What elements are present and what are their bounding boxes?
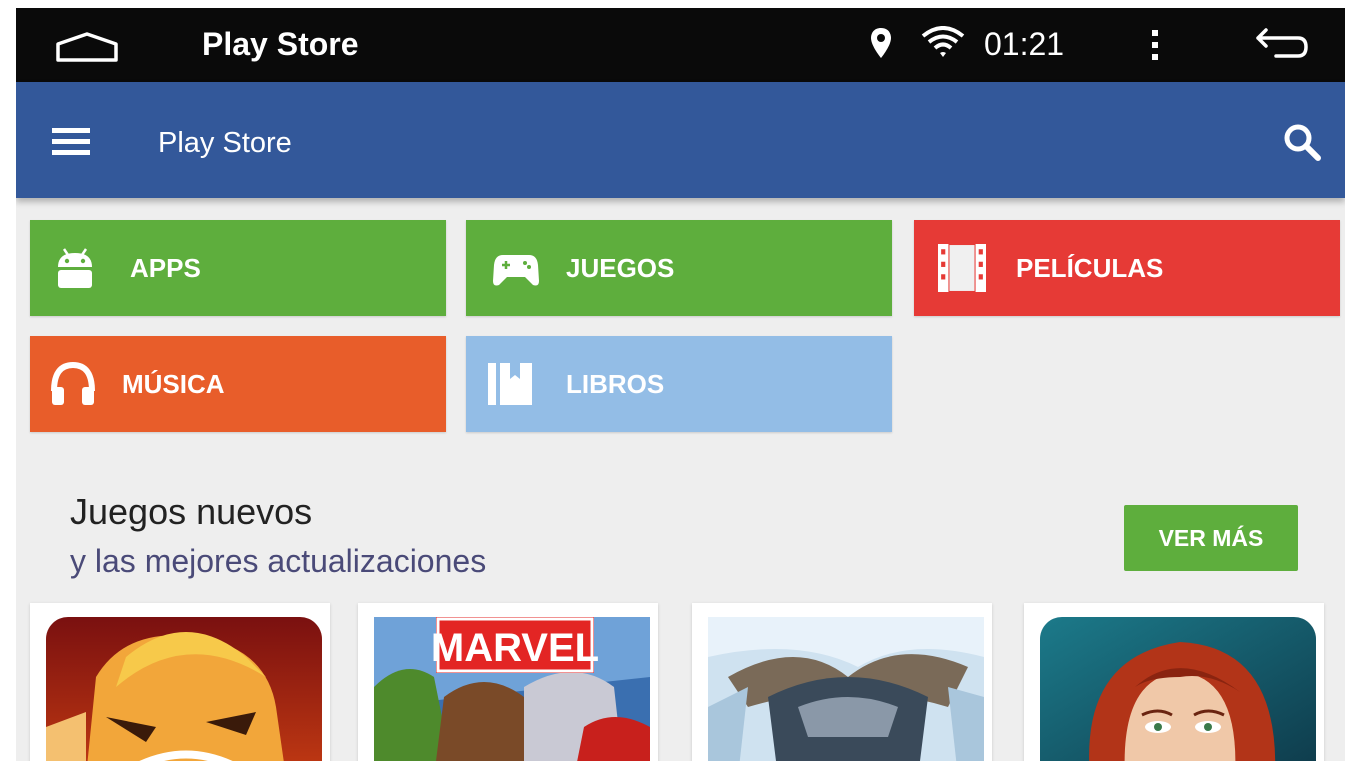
category-apps[interactable]: APPS [30,220,446,316]
device-screen: Play Store 01:21 Play Store APPS JUEGOS … [16,8,1345,761]
section-title: Juegos nuevos [70,491,313,532]
category-label: JUEGOS [566,252,675,283]
ver-mas-button[interactable]: VER MÁS [1124,505,1298,571]
category-juegos[interactable]: JUEGOS [466,220,892,316]
book-icon [488,363,532,405]
category-label: MÚSICA [122,368,225,399]
marvel-heroes-art: MARVEL [374,617,650,761]
category-label: APPS [130,252,201,283]
category-label: LIBROS [566,368,665,399]
android-icon [58,248,92,288]
location-pin-icon [871,28,891,58]
overflow-menu-icon[interactable] [1149,28,1161,62]
back-icon[interactable] [1254,26,1310,62]
status-clock: 01:21 [984,26,1065,62]
game-card[interactable] [692,603,992,761]
app-bar: Play Store [16,82,1345,198]
game-card[interactable] [1024,603,1324,761]
game-card[interactable] [30,603,330,761]
home-icon[interactable] [54,30,120,64]
film-icon [938,244,986,292]
gamepad-icon [493,255,539,286]
section-subtitle: y las mejores actualizaciones [70,543,487,579]
status-bar: Play Store 01:21 [16,8,1345,82]
category-label: PELÍCULAS [1016,252,1164,283]
search-icon[interactable] [1282,122,1322,162]
game-card[interactable]: MARVEL [358,603,658,761]
status-title: Play Store [202,26,359,62]
barbarian-warrior-art [46,617,322,761]
frost-warrior-art [708,617,984,761]
category-musica[interactable]: MÚSICA [30,336,446,432]
marvel-logo-text: MARVEL [431,626,599,670]
menu-icon[interactable] [52,126,90,158]
category-libros[interactable]: LIBROS [466,336,892,432]
wifi-icon [921,26,965,57]
red-haired-heroine-art [1040,617,1316,761]
category-peliculas[interactable]: PELÍCULAS [914,220,1340,316]
headphones-icon [51,361,95,405]
app-bar-title: Play Store [158,127,292,159]
